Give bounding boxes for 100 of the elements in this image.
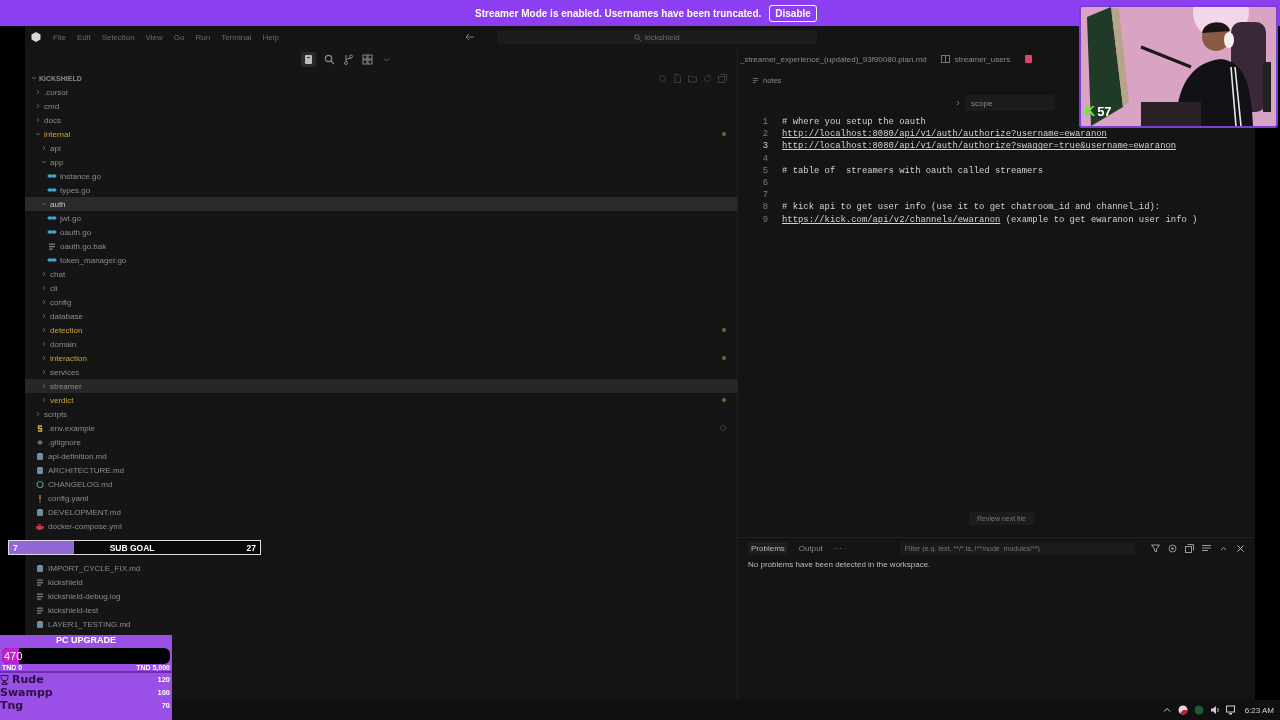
trophy-icon: [0, 674, 9, 685]
chevron-up-icon[interactable]: [1161, 705, 1172, 715]
tree-folder-entry[interactable]: auth: [25, 197, 737, 211]
more-button[interactable]: ···: [833, 543, 842, 553]
tree-source-entry[interactable]: config.yaml: [25, 491, 737, 505]
leader-name: Rude: [12, 673, 44, 686]
tree-source-entry[interactable]: oauth.go: [25, 225, 737, 239]
menu-item[interactable]: Help: [262, 32, 279, 42]
line-number: 1: [761, 117, 769, 128]
search-field[interactable]: kickshield: [496, 30, 817, 44]
tree-source-entry[interactable]: instance.go: [25, 169, 737, 183]
file-icon: [47, 213, 57, 223]
tree-folder-entry[interactable]: scripts: [25, 407, 737, 421]
tree-folder-entry[interactable]: config: [25, 295, 737, 309]
extensions-icon[interactable]: [361, 54, 373, 65]
tree-folder-entry[interactable]: chat: [25, 267, 737, 281]
code-link[interactable]: https://kick.com/api/v2/channels/ewaranon: [782, 214, 1001, 225]
menu-item[interactable]: File: [53, 32, 66, 42]
tree-source-entry[interactable]: ARCHITECTURE.md: [25, 463, 737, 477]
menu-item[interactable]: View: [145, 32, 163, 42]
code-text: # where you setup the oauth: [782, 117, 926, 128]
tree-source-entry[interactable]: jwt.go: [25, 211, 737, 225]
panel-tab[interactable]: Output: [795, 541, 826, 555]
tree-source-entry[interactable]: LAYER1_TESTING.md: [25, 617, 737, 631]
line-number: 2: [761, 129, 769, 140]
branch-icon[interactable]: [342, 54, 354, 65]
editor-tab[interactable]: [1024, 55, 1034, 63]
tree-source-entry[interactable]: oauth.go.bak: [25, 239, 737, 253]
file-icon: [752, 76, 759, 84]
tree-folder-entry[interactable]: detection: [25, 323, 737, 337]
tree-folder-entry[interactable]: streamer: [25, 379, 737, 393]
tree-folder-entry[interactable]: cmd: [25, 99, 737, 113]
disable-button[interactable]: Disable: [769, 4, 817, 22]
code-text: # table of streamers with oauth called streamers: [782, 165, 1043, 176]
editor-tab[interactable]: streamer_users: [940, 54, 1011, 64]
tree-source-entry[interactable]: .env.example: [25, 421, 737, 435]
database-icon: [1024, 55, 1034, 63]
tree-folder-entry[interactable]: verdict: [25, 393, 737, 407]
tree-source-entry[interactable]: api-definition.md: [25, 449, 737, 463]
filter-icon[interactable]: [1151, 543, 1160, 553]
leader-name: Swampp: [0, 686, 53, 699]
close-icon[interactable]: [1236, 543, 1245, 553]
editor-tab[interactable]: _streamer_experience_(updated)_93f90080.plan.md: [740, 54, 927, 64]
search-icon[interactable]: [323, 54, 335, 65]
app-tray-icon[interactable]: [1177, 705, 1188, 715]
settings-icon[interactable]: [1168, 543, 1177, 553]
tree-source-entry[interactable]: token_manager.go: [25, 253, 737, 267]
line-number: 6: [761, 178, 769, 189]
chevron-icon[interactable]: [955, 100, 961, 106]
tree-source-entry[interactable]: CHANGELOG.md: [25, 477, 737, 491]
code-link[interactable]: http://localhost:8080/api/v1/auth/authorize?username=ewaranon: [782, 129, 1107, 140]
line-number: 7: [761, 190, 769, 201]
tree-source-entry[interactable]: DEVELOPMENT.md: [25, 505, 737, 519]
file-icon: [35, 591, 45, 601]
copy-icon[interactable]: [1185, 543, 1194, 553]
menu-item[interactable]: Selection: [101, 32, 135, 42]
network-icon[interactable]: [1225, 705, 1236, 715]
wrap-icon[interactable]: [1202, 543, 1211, 553]
search-icon: [634, 33, 641, 41]
tree-folder-entry[interactable]: docs: [25, 113, 737, 127]
back-arrow-icon[interactable]: [464, 33, 475, 41]
file-icon: [47, 227, 57, 237]
code-link[interactable]: http://localhost:8080/api/v1/auth/authorize?swagger=true&username=ewaranon: [782, 141, 1177, 152]
panel-tab[interactable]: Problems: [748, 541, 788, 555]
tree-folder-entry[interactable]: interaction: [25, 351, 737, 365]
menu-item[interactable]: Go: [173, 32, 185, 42]
logo-letter: K: [1085, 104, 1096, 118]
tree-folder-entry[interactable]: services: [25, 365, 737, 379]
tree-folder-entry[interactable]: database: [25, 309, 737, 323]
clock[interactable]: 6:23 AM: [1244, 705, 1274, 715]
files-icon[interactable]: [300, 52, 316, 67]
file-icon: [47, 185, 57, 195]
tree-folder-entry[interactable]: domain: [25, 337, 737, 351]
leader-name: Tng: [0, 699, 24, 712]
tree-source-entry[interactable]: kickshield-test: [25, 603, 737, 617]
tree-folder-entry[interactable]: cli: [25, 281, 737, 295]
tree-source-entry[interactable]: docker-compose.yml: [25, 519, 737, 533]
tree-source-entry[interactable]: kickshield-debug.log: [25, 589, 737, 603]
tree-source-entry[interactable]: types.go: [25, 183, 737, 197]
volume-icon[interactable]: [1209, 705, 1220, 715]
tree-source-entry[interactable]: IMPORT_CYCLE_FIX.md: [25, 561, 737, 575]
file-icon: [47, 171, 57, 181]
tree-source-entry[interactable]: .gitignore: [25, 435, 737, 449]
menu-item[interactable]: Edit: [76, 32, 91, 42]
menu-item[interactable]: Run: [195, 32, 211, 42]
line-number: 4: [761, 153, 769, 164]
tree-folder-entry[interactable]: app: [25, 155, 737, 169]
line-number: 5: [761, 165, 769, 176]
menu-item[interactable]: Terminal: [221, 32, 252, 42]
tree-folder-entry[interactable]: api: [25, 141, 737, 155]
table-icon: [940, 55, 950, 63]
goal-title: PC UPGRADE: [55, 635, 117, 646]
find-field[interactable]: scope: [965, 95, 1055, 111]
goal-label: SUB GOAL: [109, 542, 155, 553]
tree-source-entry[interactable]: kickshield: [25, 575, 737, 589]
tree-folder-entry[interactable]: .cursor: [25, 85, 737, 99]
banner-message: Streamer Mode is enabled. Usernames have been truncated.: [475, 7, 762, 19]
tree-folder-entry[interactable]: internal: [25, 127, 737, 141]
line-number: 3: [761, 141, 769, 152]
code-text: (example to get ewaranon user info ): [1004, 214, 1198, 225]
